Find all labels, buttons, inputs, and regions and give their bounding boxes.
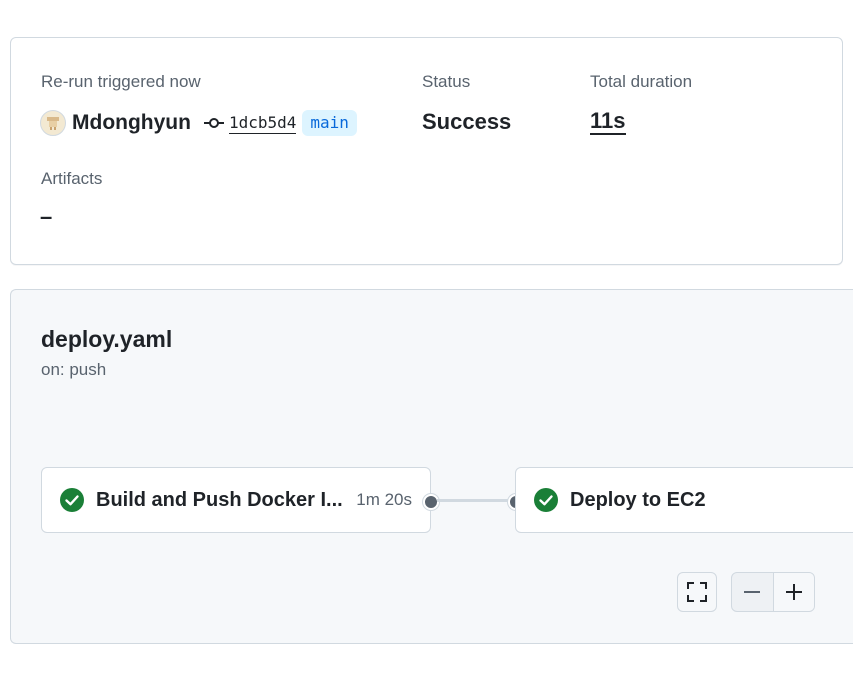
zoom-out-button[interactable]	[732, 573, 773, 611]
artifacts-value: –	[40, 204, 53, 229]
check-circle-fill-icon	[60, 488, 84, 512]
job-build-and-push[interactable]: Build and Push Docker I... 1m 20s	[41, 467, 431, 533]
plus-icon	[785, 584, 802, 600]
avatar[interactable]	[40, 110, 66, 136]
zoom-controls	[731, 572, 815, 612]
duration-label: Total duration	[590, 72, 693, 91]
fullscreen-button[interactable]	[677, 572, 717, 612]
status-value: Success	[422, 109, 512, 134]
workflow-graph-card: deploy.yaml on: push Build and Push Dock…	[10, 289, 853, 644]
dash-icon	[744, 591, 761, 593]
actor-name[interactable]: Mdonghyun	[72, 111, 191, 135]
git-commit-icon	[203, 116, 225, 130]
job-connector-line	[437, 499, 515, 502]
artifacts-label: Artifacts	[41, 169, 103, 188]
zoom-in-button[interactable]	[772, 573, 814, 611]
check-circle-fill-icon	[534, 488, 558, 512]
avatar-image	[47, 117, 59, 130]
branch-badge[interactable]: main	[302, 110, 357, 136]
status-label: Status	[422, 72, 471, 91]
run-summary-card: Re-run triggered now Mdonghyun 1dcb5d4 m…	[10, 37, 843, 265]
workflow-trigger: on: push	[41, 360, 107, 379]
job-deploy-to-ec2[interactable]: Deploy to EC2	[515, 467, 853, 533]
job-name: Build and Push Docker I...	[96, 488, 343, 511]
job-duration: 1m 20s	[356, 490, 412, 509]
job-output-dot	[423, 494, 439, 510]
trigger-label: Re-run triggered now	[41, 72, 201, 91]
job-name: Deploy to EC2	[570, 488, 706, 511]
commit-sha-link[interactable]: 1dcb5d4	[228, 113, 297, 134]
duration-link[interactable]: 11s	[590, 109, 626, 135]
run-actor-row: Mdonghyun 1dcb5d4 main	[40, 109, 357, 137]
screen-full-icon	[687, 582, 707, 602]
workflow-file-name: deploy.yaml	[41, 326, 173, 352]
